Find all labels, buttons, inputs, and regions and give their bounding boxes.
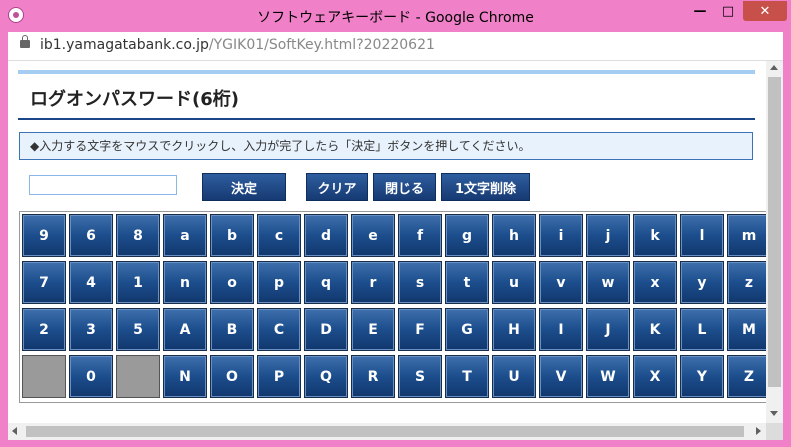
key-R[interactable]: R xyxy=(351,355,395,398)
key-J[interactable]: J xyxy=(586,308,630,351)
header-divider xyxy=(18,118,755,120)
key-T[interactable]: T xyxy=(445,355,489,398)
horizontal-scrollbar[interactable] xyxy=(8,423,766,440)
scroll-right-icon[interactable] xyxy=(756,427,761,435)
lock-icon xyxy=(20,35,30,48)
page-content: ログオンパスワード(6桁) ◆入力する文字をマウスでクリックし、入力が完了したら… xyxy=(8,61,766,423)
key-b[interactable]: b xyxy=(210,214,254,257)
key-w[interactable]: w xyxy=(586,261,630,304)
key-K[interactable]: K xyxy=(633,308,677,351)
key-2[interactable]: 2 xyxy=(22,308,66,351)
key-G[interactable]: G xyxy=(445,308,489,351)
scroll-left-icon[interactable] xyxy=(12,427,17,435)
key-A[interactable]: A xyxy=(163,308,207,351)
window-title: ソフトウェアキーボード - Google Chrome xyxy=(257,10,534,26)
clear-button[interactable]: クリア xyxy=(306,173,368,201)
close-window-button[interactable]: ✕ xyxy=(743,1,787,21)
key-M[interactable]: M xyxy=(727,308,766,351)
scroll-down-icon[interactable] xyxy=(770,411,778,416)
key-z[interactable]: z xyxy=(727,261,766,304)
key-Q[interactable]: Q xyxy=(304,355,348,398)
key-x[interactable]: x xyxy=(633,261,677,304)
key-1[interactable]: 1 xyxy=(116,261,160,304)
close-button[interactable]: 閉じる xyxy=(373,173,436,201)
key-I[interactable]: I xyxy=(539,308,583,351)
key-d[interactable]: d xyxy=(304,214,348,257)
key-y[interactable]: y xyxy=(680,261,724,304)
vertical-scroll-thumb[interactable] xyxy=(768,77,781,387)
key-S[interactable]: S xyxy=(398,355,442,398)
key-u[interactable]: u xyxy=(492,261,536,304)
key-W[interactable]: W xyxy=(586,355,630,398)
software-keyboard: 968abcdefghijklm 741nopqrstuvwxyz 235ABCDE… xyxy=(19,211,766,403)
key-X[interactable]: X xyxy=(633,355,677,398)
key-q[interactable]: q xyxy=(304,261,348,304)
key-m[interactable]: m xyxy=(727,214,766,257)
key-g[interactable]: g xyxy=(445,214,489,257)
key-3[interactable]: 3 xyxy=(69,308,113,351)
url-domain: ib1.yamagatabank.co.jp xyxy=(40,37,209,53)
key-v[interactable]: v xyxy=(539,261,583,304)
key-f[interactable]: f xyxy=(398,214,442,257)
key-e[interactable]: e xyxy=(351,214,395,257)
key-D[interactable]: D xyxy=(304,308,348,351)
key-6[interactable]: 6 xyxy=(69,214,113,257)
key-a[interactable]: a xyxy=(163,214,207,257)
key-o[interactable]: o xyxy=(210,261,254,304)
key-0[interactable]: 0 xyxy=(69,355,113,398)
key-k[interactable]: k xyxy=(633,214,677,257)
key-p[interactable]: p xyxy=(257,261,301,304)
key-E[interactable]: E xyxy=(351,308,395,351)
confirm-button[interactable]: 決定 xyxy=(202,173,286,201)
key-8[interactable]: 8 xyxy=(116,214,160,257)
key-P[interactable]: P xyxy=(257,355,301,398)
key-c[interactable]: c xyxy=(257,214,301,257)
instruction-box: ◆入力する文字をマウスでクリックし、入力が完了したら「決定」ボタンを押してくださ… xyxy=(19,132,753,160)
vertical-scrollbar[interactable] xyxy=(766,61,783,423)
key-N[interactable]: N xyxy=(163,355,207,398)
key-n[interactable]: n xyxy=(163,261,207,304)
key-Y[interactable]: Y xyxy=(680,355,724,398)
key-4[interactable]: 4 xyxy=(69,261,113,304)
key-l[interactable]: l xyxy=(680,214,724,257)
url-path: /YGIK01/SoftKey.html?20220621 xyxy=(208,37,435,53)
minimize-button[interactable]: — xyxy=(685,1,715,21)
key-U[interactable]: U xyxy=(492,355,536,398)
key-r[interactable]: r xyxy=(351,261,395,304)
key-C[interactable]: C xyxy=(257,308,301,351)
page-title: ログオンパスワード(6桁) xyxy=(30,89,239,110)
key-9[interactable]: 9 xyxy=(22,214,66,257)
key-B[interactable]: B xyxy=(210,308,254,351)
scroll-up-icon[interactable] xyxy=(770,65,778,70)
key-V[interactable]: V xyxy=(539,355,583,398)
key-H[interactable]: H xyxy=(492,308,536,351)
key-j[interactable]: j xyxy=(586,214,630,257)
address-bar[interactable]: ib1.yamagatabank.co.jp/YGIK01/SoftKey.ht… xyxy=(8,32,783,61)
key-Z[interactable]: Z xyxy=(727,355,766,398)
horizontal-scroll-thumb[interactable] xyxy=(26,426,744,437)
key-O[interactable]: O xyxy=(210,355,254,398)
key-i[interactable]: i xyxy=(539,214,583,257)
delete-char-button[interactable]: 1文字削除 xyxy=(441,173,530,201)
key-F[interactable]: F xyxy=(398,308,442,351)
blank-key xyxy=(22,355,66,398)
password-input[interactable] xyxy=(29,175,177,195)
url-text: ib1.yamagatabank.co.jp/YGIK01/SoftKey.ht… xyxy=(40,37,435,53)
scrollbar-corner xyxy=(766,423,783,440)
title-bar: ソフトウェアキーボード - Google Chrome — □ ✕ xyxy=(0,0,791,32)
key-t[interactable]: t xyxy=(445,261,489,304)
key-L[interactable]: L xyxy=(680,308,724,351)
key-h[interactable]: h xyxy=(492,214,536,257)
key-5[interactable]: 5 xyxy=(116,308,160,351)
key-s[interactable]: s xyxy=(398,261,442,304)
blank-key xyxy=(116,355,160,398)
header-accent-line xyxy=(18,70,755,74)
maximize-button[interactable]: □ xyxy=(713,1,743,21)
key-7[interactable]: 7 xyxy=(22,261,66,304)
